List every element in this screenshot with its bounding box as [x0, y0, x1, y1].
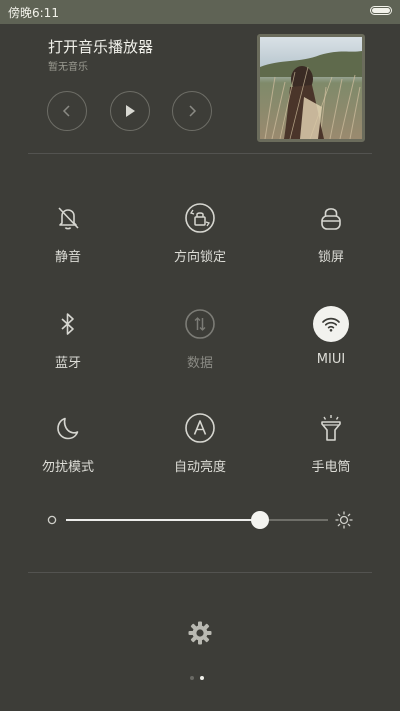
- toggle-auto-brightness[interactable]: 自动亮度: [140, 410, 260, 490]
- toggle-mute-label: 静音: [54, 250, 81, 265]
- wifi-icon: [322, 317, 340, 332]
- album-art-image: [260, 37, 362, 139]
- toggle-lock-screen-label: 锁屏: [317, 250, 344, 265]
- brightness-low-icon: [47, 515, 57, 525]
- auto-brightness-icon: [182, 410, 218, 446]
- toggle-mobile-data[interactable]: 数据: [140, 306, 260, 386]
- toggle-flashlight[interactable]: 手电筒: [271, 410, 391, 490]
- toggle-wifi[interactable]: MIUI: [271, 306, 391, 386]
- music-title[interactable]: 打开音乐播放器: [48, 36, 153, 57]
- toggle-auto-brightness-label: 自动亮度: [173, 460, 226, 475]
- status-time: 傍晚6:11: [8, 6, 59, 20]
- toggle-bluetooth[interactable]: 蓝牙: [8, 306, 128, 386]
- battery-icon: [370, 6, 392, 15]
- page-indicator: [190, 676, 204, 680]
- previous-icon: [62, 105, 70, 117]
- moon-icon: [50, 410, 86, 446]
- gear-icon[interactable]: [186, 619, 214, 647]
- toggle-rotation-lock-label: 方向锁定: [173, 250, 226, 265]
- divider-bottom: [28, 572, 372, 573]
- toggle-mute[interactable]: 静音: [8, 200, 128, 280]
- toggle-flashlight-label: 手电筒: [311, 460, 351, 475]
- toggle-mobile-data-label: 数据: [186, 356, 213, 371]
- next-icon: [189, 105, 197, 117]
- status-bar: 傍晚6:11: [0, 0, 400, 24]
- bluetooth-icon: [50, 306, 86, 342]
- bell-muted-icon: [50, 200, 86, 236]
- toggle-do-not-disturb[interactable]: 勿扰模式: [8, 410, 128, 490]
- album-art[interactable]: [257, 34, 365, 142]
- toggle-bluetooth-label: 蓝牙: [54, 356, 81, 371]
- play-icon: [126, 105, 135, 117]
- page-dot: [200, 676, 204, 680]
- toggle-rotation-lock[interactable]: 方向锁定: [140, 200, 260, 280]
- rotation-lock-icon: [182, 200, 218, 236]
- brightness-slider-thumb[interactable]: [251, 511, 269, 529]
- flashlight-icon: [313, 410, 349, 446]
- next-button[interactable]: [172, 91, 212, 131]
- play-button[interactable]: [110, 91, 150, 131]
- page-dot: [190, 676, 194, 680]
- previous-button[interactable]: [47, 91, 87, 131]
- toggle-wifi-label: MIUI: [316, 352, 346, 367]
- toggle-do-not-disturb-label: 勿扰模式: [41, 460, 94, 475]
- brightness-slider[interactable]: [66, 511, 328, 529]
- wifi-active-indicator: [313, 306, 349, 342]
- brightness-slider-fill: [66, 519, 260, 521]
- lock-icon: [313, 200, 349, 236]
- divider-top: [28, 153, 372, 154]
- music-subtitle: 暂无音乐: [48, 62, 88, 73]
- data-icon: [182, 306, 218, 342]
- toggle-lock-screen[interactable]: 锁屏: [271, 200, 391, 280]
- brightness-high-icon: [335, 511, 353, 529]
